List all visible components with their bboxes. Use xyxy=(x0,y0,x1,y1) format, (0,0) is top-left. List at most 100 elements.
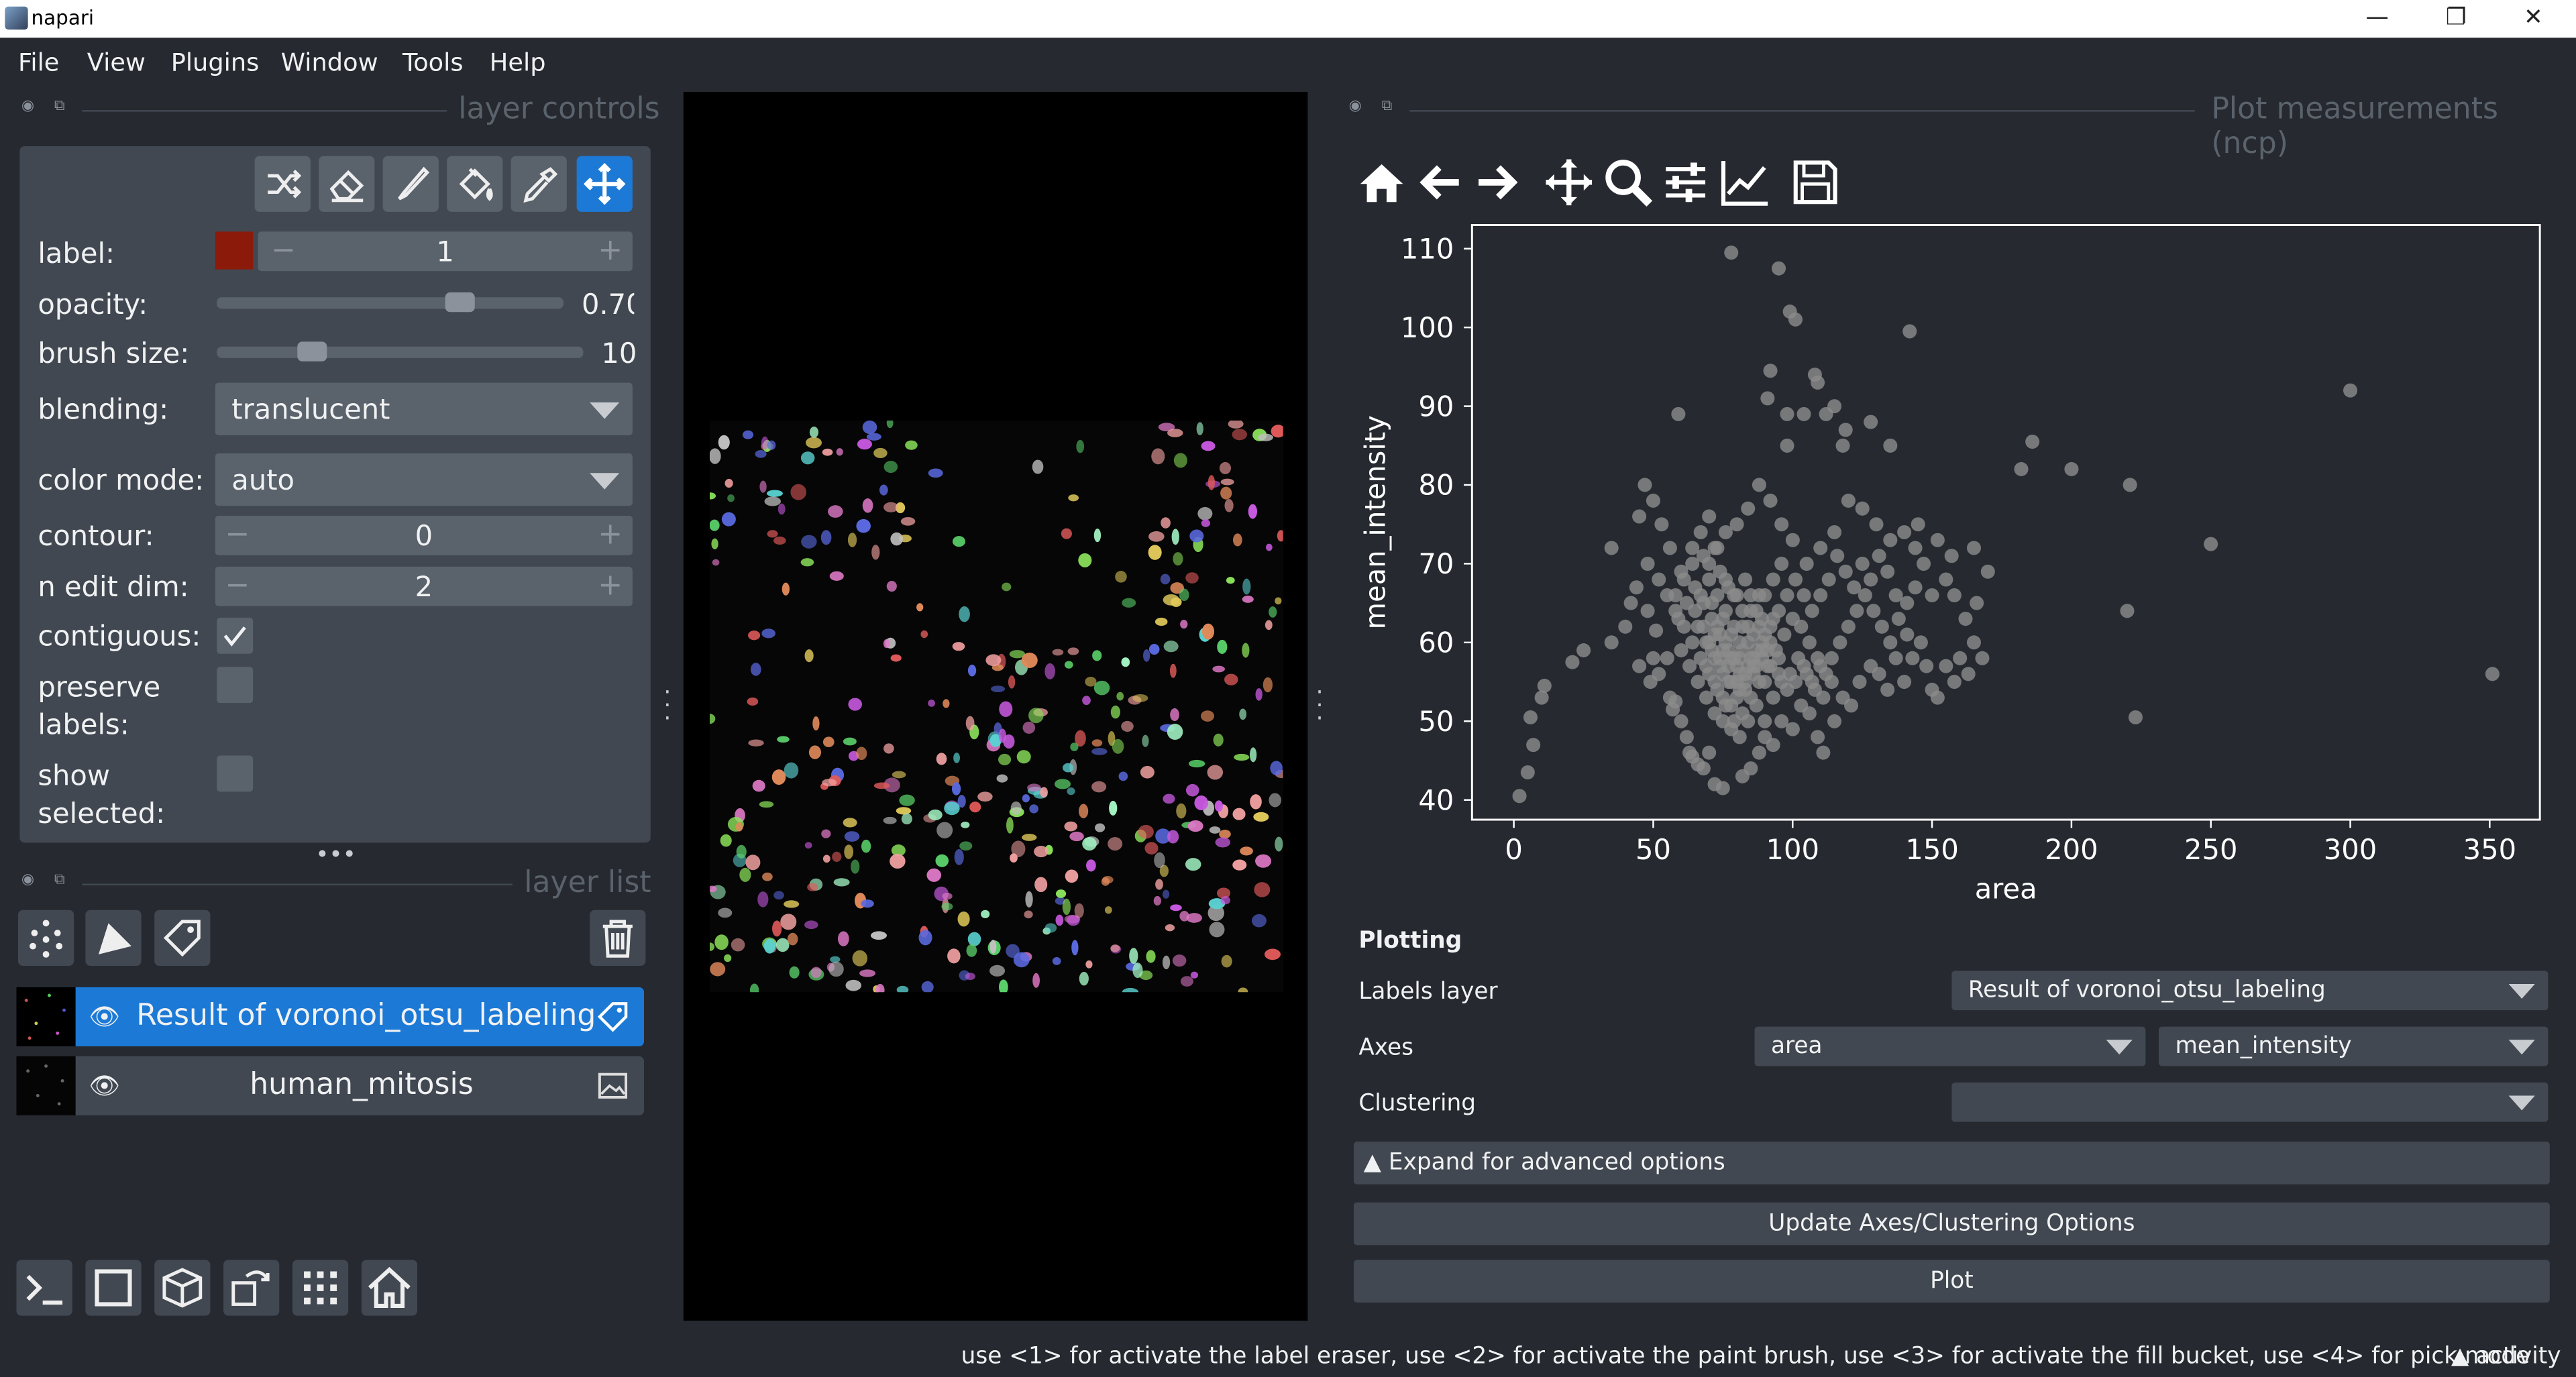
mpl-zoom-button[interactable] xyxy=(1600,154,1656,210)
labels-layer-label: Labels layer xyxy=(1358,979,1498,1005)
layer-row[interactable]: 👁 human_mitosis xyxy=(16,1056,645,1115)
update-axes-clustering-button[interactable]: Update Axes/Clustering Options xyxy=(1353,1202,2550,1246)
nucleus xyxy=(920,630,928,639)
mpl-back-button[interactable] xyxy=(1413,154,1468,210)
eye-icon[interactable]: 👁 xyxy=(89,1002,120,1032)
menu-file[interactable]: File xyxy=(18,48,59,77)
nucleus xyxy=(1121,720,1134,732)
contiguous-checkbox[interactable] xyxy=(217,617,254,654)
blending-combobox[interactable]: translucent xyxy=(215,382,633,435)
clustering-combobox[interactable] xyxy=(1951,1082,2548,1122)
plot-button[interactable]: Plot xyxy=(1353,1260,2550,1303)
x-axis-combobox[interactable]: area xyxy=(1754,1026,2146,1066)
nucleus xyxy=(1201,441,1216,451)
opacity-label: opacity: xyxy=(38,289,148,323)
nucleus xyxy=(1209,922,1225,938)
data-point xyxy=(1835,438,1850,453)
mpl-configure-button[interactable] xyxy=(1658,154,1713,210)
nucleus xyxy=(1044,923,1057,933)
napari-app-icon xyxy=(5,6,28,30)
nucleus xyxy=(1109,800,1118,816)
contour-spinbox[interactable]: − 0 + xyxy=(215,515,633,555)
mpl-home-button[interactable] xyxy=(1354,154,1409,210)
dock-float-icon[interactable]: ⧉ xyxy=(54,99,65,115)
eye-icon[interactable]: 👁 xyxy=(89,1071,120,1101)
opacity-slider[interactable] xyxy=(217,297,564,309)
shuffle-colors-button[interactable] xyxy=(254,156,311,212)
preserve-labels-checkbox[interactable] xyxy=(217,667,254,704)
right-splitter-handle-icon[interactable]: · · · xyxy=(1316,681,1324,730)
menu-tools[interactable]: Tools xyxy=(402,48,463,77)
pan-zoom-button[interactable] xyxy=(576,156,633,212)
minimize-button[interactable]: — xyxy=(2339,3,2415,35)
home-view-button[interactable] xyxy=(361,1260,418,1316)
data-point xyxy=(1679,730,1694,745)
data-point xyxy=(1512,789,1527,804)
mpl-pan-button[interactable] xyxy=(1541,154,1597,210)
dock-hide-icon[interactable]: ◉ xyxy=(21,99,34,115)
mpl-forward-button[interactable] xyxy=(1468,154,1524,210)
clustering-label: Clustering xyxy=(1358,1091,1477,1117)
paint-brush-button[interactable] xyxy=(382,156,439,212)
menu-plugins[interactable]: Plugins xyxy=(171,48,260,77)
eraser-button[interactable] xyxy=(319,156,375,212)
ndisplay-2d-button[interactable] xyxy=(85,1260,142,1316)
scatter-plot[interactable]: 0 50 100 150 200 250 300 350405060708090100110 … xyxy=(1347,217,2563,907)
labels-layer-combobox[interactable]: Result of voronoi_otsu_labeling xyxy=(1951,971,2548,1011)
dock-hide-icon[interactable]: ◉ xyxy=(1349,99,1362,115)
y-axis-label: mean_intensity xyxy=(1359,415,1392,629)
x-axis-value: area xyxy=(1771,1033,1823,1060)
left-splitter-handle-icon[interactable]: · · · xyxy=(663,681,671,730)
new-shapes-layer-button[interactable] xyxy=(85,910,142,967)
menu-window[interactable]: Window xyxy=(281,48,378,77)
menu-view[interactable]: View xyxy=(87,48,146,77)
maximize-button[interactable]: ❐ xyxy=(2418,3,2494,35)
labels-image[interactable] xyxy=(704,417,1289,997)
brush-size-slider[interactable] xyxy=(217,346,584,358)
nucleus xyxy=(757,891,769,907)
dock-float-icon[interactable]: ⧉ xyxy=(54,872,65,888)
nucleus xyxy=(1118,771,1128,781)
fill-bucket-button[interactable] xyxy=(447,156,503,212)
data-point xyxy=(1908,580,1923,595)
menu-help[interactable]: Help xyxy=(490,48,546,77)
nucleus xyxy=(954,848,964,865)
delete-layer-button[interactable] xyxy=(590,910,646,967)
show-selected-checkbox[interactable] xyxy=(217,755,254,792)
nucleus xyxy=(1079,971,1089,986)
n-edit-dim-label: n edit dim: xyxy=(38,571,189,605)
nucleus xyxy=(1176,803,1187,819)
new-labels-layer-button[interactable] xyxy=(154,910,211,967)
dock-float-icon[interactable]: ⧉ xyxy=(1382,99,1393,115)
roll-dimensions-button[interactable] xyxy=(223,1260,280,1316)
layer-row[interactable]: 👁 Result of voronoi_otsu_labeling xyxy=(16,987,645,1047)
data-point xyxy=(1749,698,1764,713)
ndisplay-3d-button[interactable] xyxy=(154,1260,211,1316)
data-point xyxy=(1830,549,1845,563)
activity-button[interactable]: ▲ activity xyxy=(2451,1343,2561,1370)
increment-icon[interactable]: + xyxy=(598,567,623,606)
increment-icon[interactable]: + xyxy=(598,516,623,555)
label-spinbox[interactable]: − 1 + xyxy=(258,231,633,272)
mpl-edit-axis-button[interactable] xyxy=(1717,154,1772,210)
nucleus xyxy=(1269,793,1281,808)
color-mode-combobox[interactable]: auto xyxy=(215,453,633,506)
dock-hide-icon[interactable]: ◉ xyxy=(21,872,34,888)
console-button[interactable] xyxy=(16,1260,72,1316)
close-button[interactable]: ✕ xyxy=(2496,3,2571,35)
opacity-slider-handle[interactable] xyxy=(444,292,474,313)
grid-view-button[interactable] xyxy=(292,1260,349,1316)
label-color-swatch[interactable] xyxy=(215,231,254,270)
brush-size-slider-handle[interactable] xyxy=(297,341,327,362)
mpl-save-button[interactable] xyxy=(1788,154,1843,210)
expand-advanced-options-button[interactable]: ▲ Expand for advanced options xyxy=(1353,1142,2550,1185)
data-point xyxy=(1632,659,1647,673)
y-axis-combobox[interactable]: mean_intensity xyxy=(2158,1026,2548,1066)
splitter-handle-icon[interactable]: ••• xyxy=(315,842,356,869)
color-picker-button[interactable] xyxy=(511,156,567,212)
n-edit-dim-spinbox[interactable]: − 2 + xyxy=(215,566,633,606)
increment-icon[interactable]: + xyxy=(598,231,623,271)
data-point xyxy=(1980,564,1995,579)
new-points-layer-button[interactable] xyxy=(17,910,74,967)
nucleus xyxy=(790,484,806,500)
